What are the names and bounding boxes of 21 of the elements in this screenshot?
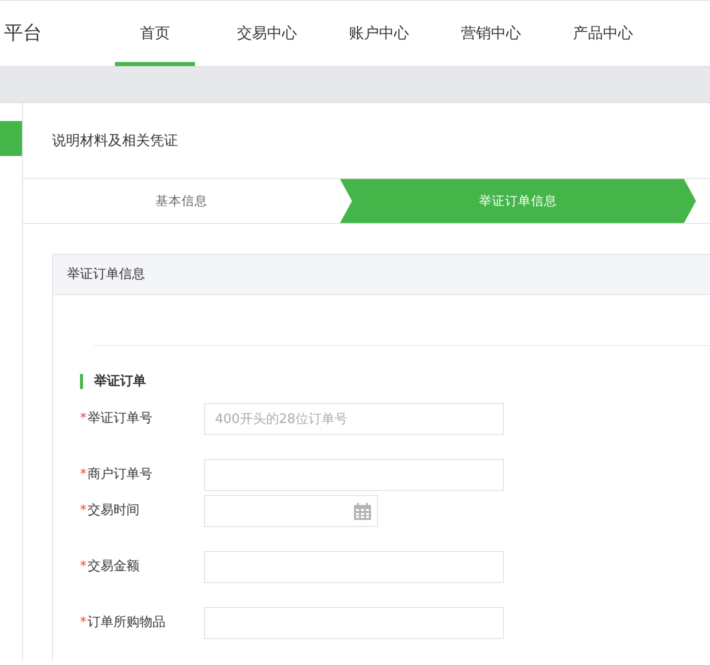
input-field[interactable] — [204, 551, 504, 583]
nav-tab[interactable]: 交易中心 — [227, 1, 307, 66]
date-field[interactable] — [204, 495, 378, 527]
nav-tab[interactable]: 营销中心 — [451, 1, 531, 66]
input-field[interactable]: 400开头的28位订单号 — [204, 403, 504, 435]
field-label: *交易金额 — [80, 558, 140, 576]
sidebar-marker — [0, 121, 22, 156]
field-label: *交易时间 — [80, 502, 140, 520]
field-label: *订单所购物品 — [80, 614, 166, 632]
brand-name: 平台 — [3, 21, 43, 46]
step-label: 举证订单信息 — [340, 179, 696, 223]
section-title: 举证订单 — [80, 374, 710, 389]
panel-title: 举证订单信息 — [67, 266, 145, 284]
step-label: 基本信息 — [154, 192, 208, 210]
nav-tab[interactable]: 账户中心 — [339, 1, 419, 66]
calendar-icon[interactable] — [354, 502, 371, 520]
nav-tab[interactable]: 产品中心 — [563, 1, 643, 66]
input-field[interactable] — [204, 459, 504, 491]
input-field[interactable] — [204, 607, 504, 639]
field-label: *举证订单号 — [80, 410, 154, 428]
field-label: *商户订单号 — [80, 466, 154, 484]
